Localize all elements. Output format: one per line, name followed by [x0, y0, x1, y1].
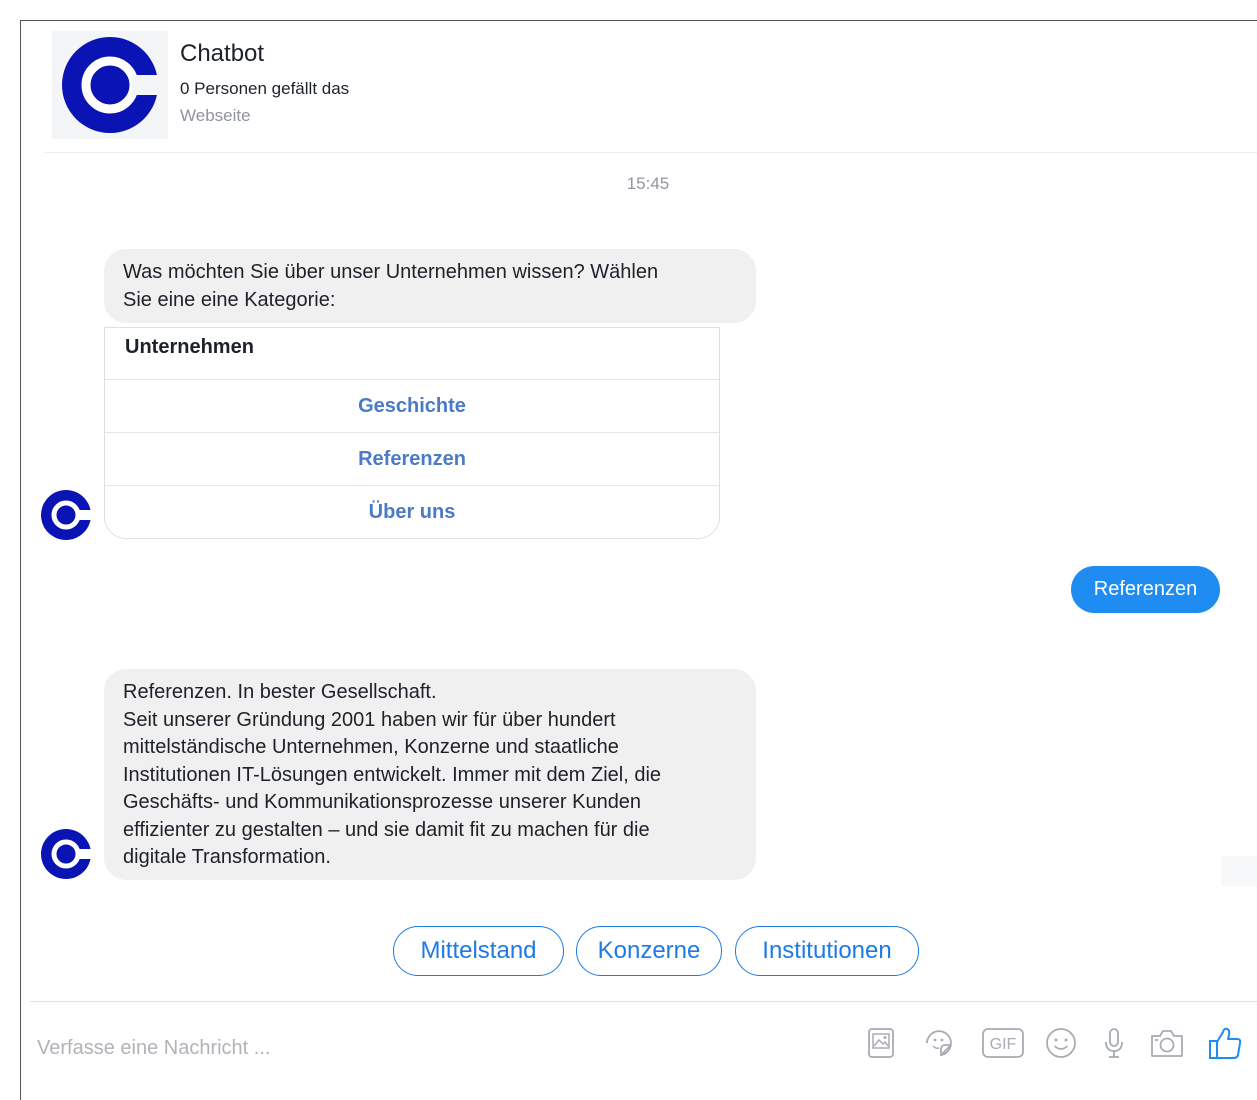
emoji-button[interactable]: [1041, 1023, 1081, 1063]
emoji-icon: [1046, 1028, 1076, 1058]
microphone-button[interactable]: [1094, 1023, 1134, 1063]
bot-message-line: Was möchten Sie über unser Unternehmen w…: [123, 261, 659, 283]
bot-message-bubble: Was möchten Sie über unser Unternehmen w…: [104, 249, 756, 323]
thumbs-up-icon: [1209, 1027, 1242, 1059]
gif-button[interactable]: GIF: [978, 1023, 1028, 1063]
quick-reply-institutionen[interactable]: Institutionen: [735, 926, 919, 976]
message-timestamp: 15:45: [626, 174, 670, 193]
camera-button[interactable]: [1147, 1023, 1187, 1063]
microphone-icon: [1105, 1028, 1123, 1058]
bot-message-line: Referenzen. In bester Gesellschaft.: [123, 681, 437, 703]
page-logo[interactable]: [52, 31, 168, 139]
gif-label: GIF: [990, 1036, 1017, 1053]
bot-message-line: mittelständische Unternehmen, Konzerne u…: [123, 736, 619, 758]
composer-divider: [30, 1001, 1257, 1002]
chat-header: Chatbot 0 Personen gefällt das Webseite: [21, 21, 1257, 153]
bot-message-line: Institutionen IT-Lösungen entwickelt. Im…: [123, 763, 662, 786]
bot-message-line: effizienter zu gestalten – und sie damit…: [123, 818, 650, 841]
bot-message-line: digitale Transformation.: [123, 846, 331, 868]
image-icon: [868, 1028, 894, 1058]
card-button-referenzen[interactable]: Referenzen: [105, 433, 719, 486]
sticker-icon: [926, 1030, 952, 1057]
bot-avatar-icon: [41, 490, 92, 540]
quick-reply-mittelstand[interactable]: Mittelstand: [393, 926, 564, 976]
card-button-ueber-uns[interactable]: Über uns: [105, 486, 719, 538]
category-card: Unternehmen Geschichte Referenzen Über u…: [104, 327, 720, 539]
camera-icon: [1151, 1030, 1183, 1057]
messenger-window: Chatbot 0 Personen gefällt das Webseite …: [20, 20, 1257, 1100]
message-input[interactable]: [35, 1029, 539, 1067]
image-button[interactable]: [861, 1023, 901, 1063]
card-button-geschichte[interactable]: Geschichte: [105, 380, 719, 433]
bot-message-line: Seit unserer Gründung 2001 haben wir für…: [123, 708, 616, 731]
bot-message-line: Geschäfts- und Kommunikationsprozesse un…: [123, 791, 642, 813]
header-divider: [44, 152, 1257, 153]
page-name[interactable]: Chatbot: [180, 40, 264, 68]
gif-icon: GIF: [982, 1028, 1024, 1058]
user-message-bubble: Referenzen: [1071, 566, 1220, 613]
bot-avatar-icon: [41, 829, 92, 879]
scroll-shadow: [1221, 856, 1257, 886]
chatbot-logo-icon: [62, 37, 160, 133]
page-category: Webseite: [180, 106, 251, 125]
bot-message-bubble-2: Referenzen. In bester Gesellschaft. Seit…: [104, 669, 756, 880]
like-button[interactable]: [1205, 1023, 1245, 1063]
page-likes: 0 Personen gefällt das: [180, 79, 350, 98]
sticker-button[interactable]: [919, 1023, 959, 1063]
quick-reply-konzerne[interactable]: Konzerne: [576, 926, 722, 976]
card-title: Unternehmen: [105, 328, 719, 380]
bot-message-line: Sie eine eine Kategorie:: [123, 288, 336, 311]
